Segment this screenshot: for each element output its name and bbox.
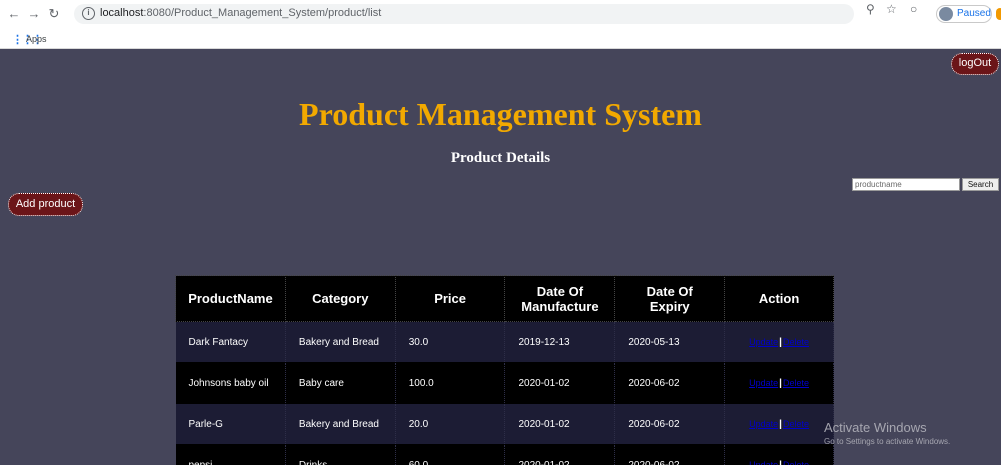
address-bar[interactable]: i localhost:8080/Product_Management_Syst… bbox=[74, 4, 854, 24]
cell-price: 100.0 bbox=[395, 362, 506, 404]
page-subtitle: Product Details bbox=[450, 150, 551, 166]
column-header-action: Action bbox=[724, 275, 834, 322]
cell-exp-date: 2020-06-02 bbox=[614, 362, 726, 404]
cell-action: Update|Delete bbox=[724, 362, 834, 404]
cell-product-name: Parle-G bbox=[175, 403, 286, 445]
action-separator: | bbox=[779, 418, 782, 430]
windows-activation-watermark: Activate Windows Go to Settings to activ… bbox=[824, 420, 950, 446]
update-link[interactable]: Update bbox=[749, 460, 778, 465]
header-text: Category bbox=[312, 291, 369, 306]
cell-action: Update|Delete bbox=[724, 403, 834, 445]
cell-category: Bakery and Bread bbox=[285, 403, 396, 445]
watermark-title: Activate Windows bbox=[824, 420, 927, 435]
profile-paused-button[interactable]: Paused bbox=[936, 5, 992, 23]
watermark-subtitle: Go to Settings to activate Windows. bbox=[824, 437, 951, 446]
table-row: Johnsons baby oil Baby care 100.0 2020-0… bbox=[175, 362, 834, 404]
table-row: Parle-G Bakery and Bread 20.0 2020-01-02… bbox=[175, 403, 834, 445]
header-text: Manufacture bbox=[521, 298, 599, 314]
cell-product-name: Johnsons baby oil bbox=[175, 362, 286, 404]
header-text: Action bbox=[758, 291, 800, 306]
cell-mfg-date: 2020-01-02 bbox=[504, 403, 616, 445]
url-host: localhost bbox=[100, 7, 144, 19]
header-text: Expiry bbox=[649, 298, 690, 314]
add-product-button[interactable]: Add product bbox=[8, 193, 83, 216]
site-info-icon[interactable]: i bbox=[82, 7, 95, 20]
delete-link[interactable]: Delete bbox=[783, 337, 809, 347]
cell-exp-date: 2020-05-13 bbox=[614, 321, 726, 363]
back-arrow-icon[interactable]: ← bbox=[6, 6, 22, 22]
column-header-productname: ProductName bbox=[175, 275, 286, 322]
forward-arrow-icon[interactable]: → bbox=[26, 6, 42, 22]
extension-icon[interactable]: ○ bbox=[910, 2, 917, 16]
cell-action: Update|Delete bbox=[724, 444, 834, 465]
action-separator: | bbox=[779, 377, 782, 389]
header-text: ProductName bbox=[188, 291, 273, 306]
delete-link[interactable]: Delete bbox=[783, 419, 809, 429]
star-icon[interactable]: ☆ bbox=[886, 2, 897, 16]
column-header-category: Category bbox=[284, 275, 396, 322]
url-path: :8080/Product_Management_System/product/… bbox=[143, 7, 382, 19]
cell-mfg-date: 2020-01-02 bbox=[504, 444, 616, 465]
bookmarks-bar: ⋮⋮⋮ Apps bbox=[0, 30, 1001, 48]
column-header-price: Price bbox=[394, 275, 506, 322]
cell-product-name: Dark Fantacy bbox=[175, 321, 286, 363]
search-input[interactable] bbox=[852, 178, 960, 191]
apps-bookmark[interactable]: Apps bbox=[26, 34, 47, 44]
cell-mfg-date: 2019-12-13 bbox=[504, 321, 616, 363]
table-header-row: ProductName Category Price Date Of Manufa… bbox=[175, 275, 834, 322]
update-indicator[interactable] bbox=[996, 8, 1001, 20]
header-text: Price bbox=[434, 291, 466, 306]
delete-link[interactable]: Delete bbox=[783, 460, 809, 465]
table-row: pepsi Drinks 60.0 2020-01-02 2020-06-02 … bbox=[175, 444, 834, 465]
reload-icon[interactable]: ↻ bbox=[46, 6, 62, 22]
column-header-manufacture: Date Of Manufacture bbox=[504, 275, 616, 322]
column-header-expiry: Date Of Expiry bbox=[614, 275, 726, 322]
browser-chrome: ← → ↻ i localhost:8080/Product_Managemen… bbox=[0, 0, 1001, 49]
url-text[interactable]: localhost:8080/Product_Management_System… bbox=[100, 7, 381, 19]
cell-category: Bakery and Bread bbox=[285, 321, 396, 363]
cell-category: Drinks bbox=[285, 444, 396, 465]
paused-label: Paused bbox=[957, 8, 991, 19]
update-link[interactable]: Update bbox=[749, 378, 778, 388]
cell-price: 30.0 bbox=[395, 321, 506, 363]
cell-category: Baby care bbox=[285, 362, 396, 404]
update-link[interactable]: Update bbox=[749, 419, 778, 429]
key-icon[interactable]: ⚲ bbox=[866, 2, 875, 16]
cell-action: Update|Delete bbox=[724, 321, 834, 363]
search-button[interactable]: Search bbox=[962, 178, 999, 191]
cell-product-name: pepsi bbox=[175, 444, 286, 465]
table-row: Dark Fantacy Bakery and Bread 30.0 2019-… bbox=[175, 321, 834, 363]
cell-exp-date: 2020-06-02 bbox=[614, 403, 726, 445]
cell-price: 60.0 bbox=[395, 444, 506, 465]
logout-button[interactable]: logOut bbox=[951, 53, 999, 75]
profile-avatar-icon bbox=[939, 7, 953, 21]
action-separator: | bbox=[779, 336, 782, 348]
browser-toolbar: ← → ↻ i localhost:8080/Product_Managemen… bbox=[0, 0, 1001, 28]
cell-mfg-date: 2020-01-02 bbox=[504, 362, 616, 404]
cell-exp-date: 2020-06-02 bbox=[614, 444, 726, 465]
action-separator: | bbox=[779, 459, 782, 465]
page-title: Product Management System bbox=[299, 96, 702, 132]
header-text: Date Of bbox=[536, 283, 584, 299]
cell-price: 20.0 bbox=[395, 403, 506, 445]
delete-link[interactable]: Delete bbox=[783, 378, 809, 388]
update-link[interactable]: Update bbox=[749, 337, 778, 347]
header-text: Date Of bbox=[646, 283, 693, 299]
products-table: ProductName Category Price Date Of Manufa… bbox=[175, 275, 834, 465]
